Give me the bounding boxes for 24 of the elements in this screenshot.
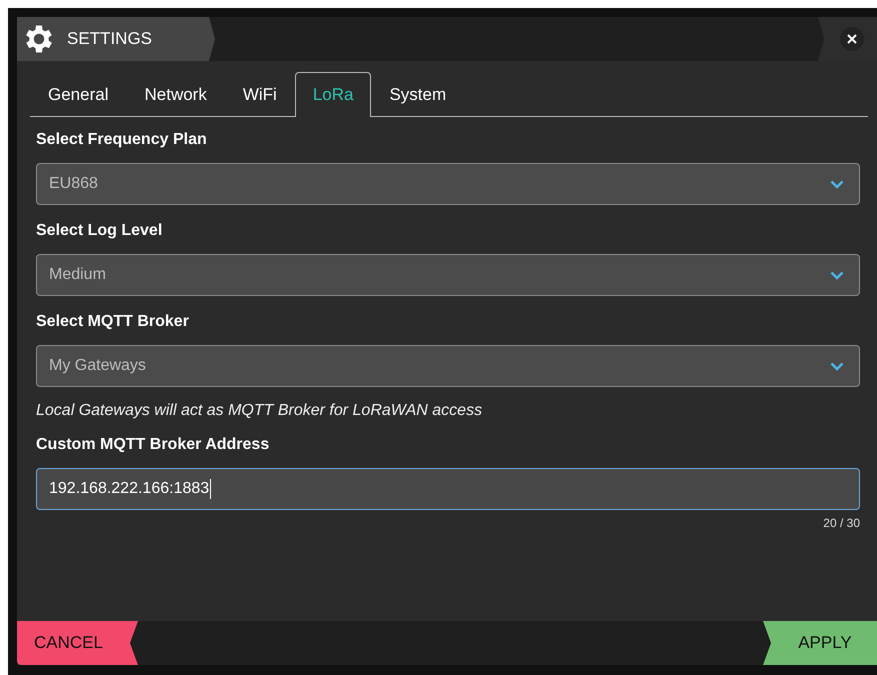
chevron-down-icon <box>830 270 844 280</box>
cancel-button[interactable]: CANCEL <box>17 621 138 665</box>
dropdown[interactable]: Medium <box>36 254 860 296</box>
text-field[interactable]: 192.168.222.166:1883 <box>36 468 860 510</box>
character-counter: 20 / 30 <box>823 516 860 530</box>
dropdown[interactable]: My Gateways <box>36 345 860 387</box>
tab[interactable]: Network <box>126 72 225 117</box>
tab[interactable]: LoRa <box>294 72 372 117</box>
tab[interactable]: System <box>371 72 464 117</box>
field-label: Select MQTT Broker <box>36 313 190 332</box>
tab[interactable]: General <box>30 72 126 117</box>
field-label: Select Log Level <box>36 222 164 241</box>
field-label: Select Frequency Plan <box>36 131 208 150</box>
text-cursor <box>210 479 212 499</box>
field-label: Custom MQTT Broker Address <box>36 436 270 455</box>
dropdown[interactable]: EU868 <box>36 163 860 205</box>
close-icon <box>846 34 856 44</box>
close-button[interactable] <box>840 27 864 51</box>
apply-button[interactable]: APPLY <box>763 621 877 665</box>
chevron-down-icon <box>830 362 844 370</box>
helper-text: Local Gateways will act as MQTT Broker for LoRaWAN access <box>36 402 484 420</box>
chevron-down-icon <box>830 180 844 188</box>
tab[interactable]: WiFi <box>224 72 295 117</box>
window-title: SETTINGS <box>67 29 152 49</box>
